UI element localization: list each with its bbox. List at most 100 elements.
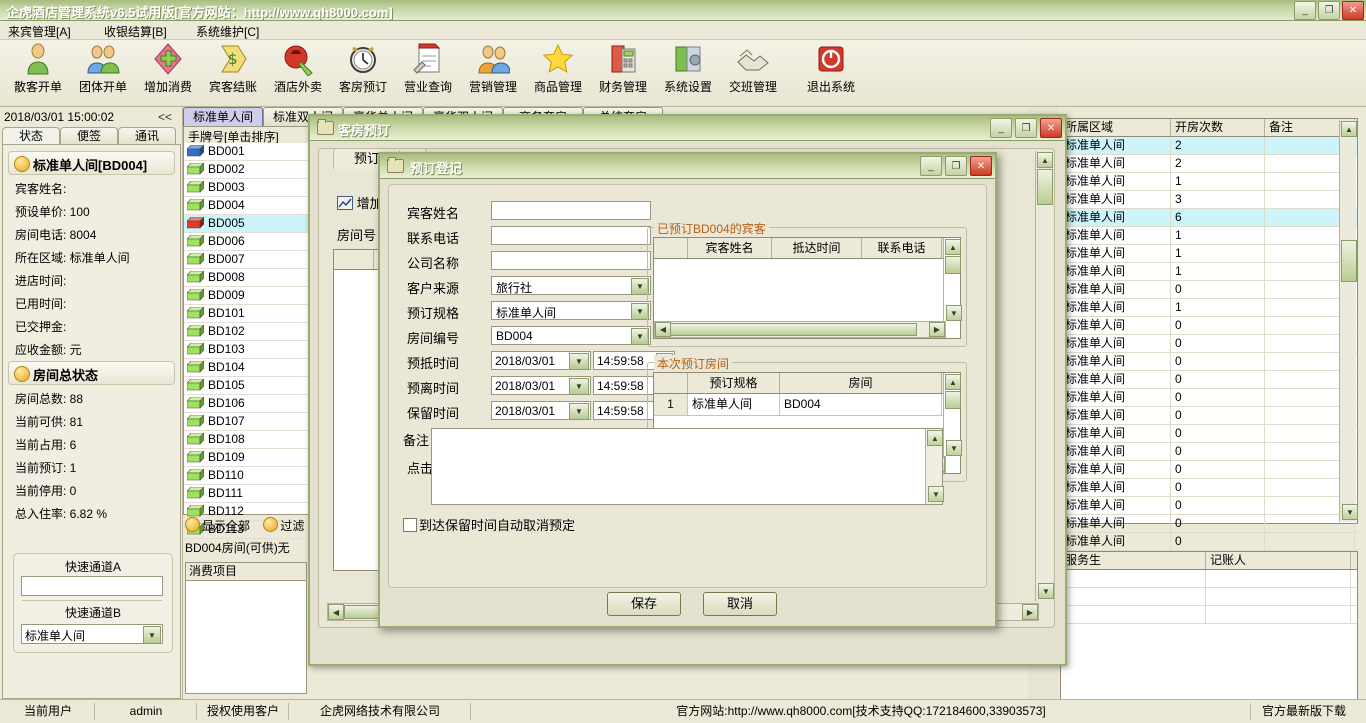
room-list-item[interactable]: BD009 (184, 287, 306, 305)
menu-item-cashier[interactable]: 收银结算[B] (100, 23, 171, 40)
col-spec[interactable]: 预订规格 (688, 373, 780, 393)
toolbar-button-checkout[interactable]: $ 宾客结账 (199, 42, 267, 104)
scroll-thumb[interactable] (670, 323, 917, 336)
table-row[interactable]: 标准单人间 0 (1061, 335, 1357, 353)
room-list-item[interactable]: BD101 (184, 305, 306, 323)
scroll-left-icon[interactable]: ◀ (328, 604, 344, 620)
sidebar-tab-comm[interactable]: 通讯 (118, 127, 176, 145)
toolbar-button-business-query[interactable]: 营业查询 (394, 42, 462, 104)
toolbar-button-shift[interactable]: 交班管理 (719, 42, 787, 104)
col-room[interactable]: 房间 (780, 373, 942, 393)
room-list-item[interactable]: BD103 (184, 341, 306, 359)
room-tab-standard-single[interactable]: 标准单人间 (183, 107, 263, 126)
toolbar-button-exit[interactable]: 退出系统 (797, 42, 865, 104)
scroll-thumb[interactable] (1341, 240, 1357, 282)
menu-item-system[interactable]: 系统维护[C] (192, 23, 263, 40)
guest-name-input[interactable] (491, 201, 651, 220)
booked-guests-table[interactable]: 宾客姓名 抵达时间 联系电话 ▲ ▼ ◀ ▶ (653, 237, 962, 339)
toolbar-button-add-consume[interactable]: 增加消费 (134, 42, 202, 104)
table-row[interactable]: 标准单人间 0 (1061, 479, 1357, 497)
sidebar-collapse-button[interactable]: << (158, 110, 172, 124)
room-list-item[interactable]: BD001 (184, 143, 306, 161)
room-no-select[interactable]: BD004 ▼ (491, 326, 651, 345)
room-list-item[interactable]: BD102 (184, 323, 306, 341)
room-list-item[interactable]: BD008 (184, 269, 306, 287)
scroll-up-icon[interactable]: ▲ (1037, 152, 1053, 168)
col-phone[interactable]: 联系电话 (862, 238, 942, 258)
toolbar-button-goods[interactable]: 商品管理 (524, 42, 592, 104)
status-website[interactable]: 官方网站:http://www.qh8000.com[技术支持QQ:172184… (472, 703, 1251, 720)
toolbar-button-takeout[interactable]: 酒店外卖 (264, 42, 332, 104)
booked-guests-vscrollbar[interactable]: ▲ ▼ (943, 238, 962, 323)
col-accountant[interactable]: 记账人 (1206, 552, 1351, 569)
menu-item-guest[interactable]: 来宾管理[A] (4, 23, 75, 40)
toolbar-button-walkin[interactable]: 散客开单 (4, 42, 72, 104)
col-count[interactable]: 开房次数 (1171, 119, 1265, 136)
scroll-right-icon[interactable]: ▶ (1022, 604, 1038, 620)
service-grid[interactable]: 服务生 记账人 (1060, 551, 1358, 703)
close-button[interactable]: ✕ (1342, 1, 1364, 20)
scroll-down-icon[interactable]: ▼ (1038, 583, 1054, 599)
sidebar-tab-notes[interactable]: 便签 (60, 127, 118, 145)
room-list-item[interactable]: BD005 (184, 215, 306, 233)
col-waiter[interactable]: 服务生 (1061, 552, 1206, 569)
add-reservation-toolbutton[interactable]: 增加 (337, 193, 383, 212)
scroll-down-icon[interactable]: ▼ (1342, 504, 1358, 520)
room-list-item[interactable]: BD110 (184, 467, 306, 485)
calendar-chevron-icon[interactable]: ▼ (569, 378, 589, 395)
scroll-thumb[interactable] (945, 256, 961, 274)
table-row[interactable]: 1 标准单人间 BD004 (654, 394, 960, 416)
room-list-item[interactable]: BD002 (184, 161, 306, 179)
table-row[interactable]: 标准单人间 0 (1061, 317, 1357, 335)
table-row[interactable]: 标准单人间 6 (1061, 209, 1357, 227)
chevron-down-icon[interactable]: ▼ (143, 626, 161, 644)
scroll-up-icon[interactable]: ▲ (945, 239, 961, 255)
table-row[interactable] (1061, 570, 1357, 588)
calendar-chevron-icon[interactable]: ▼ (569, 353, 589, 370)
col-area[interactable]: 所属区域 (1061, 119, 1171, 136)
toolbar-button-system-settings[interactable]: 系统设置 (654, 42, 722, 104)
table-row[interactable]: 标准单人间 0 (1061, 281, 1357, 299)
cancel-button[interactable]: 取消 (703, 592, 777, 616)
scroll-down-icon[interactable]: ▼ (946, 305, 962, 321)
toolbar-button-reservation[interactable]: 客房预订 (329, 42, 397, 104)
register-maximize-button[interactable]: ❐ (945, 156, 967, 176)
table-row[interactable]: 标准单人间 1 (1061, 263, 1357, 281)
calendar-chevron-icon[interactable]: ▼ (569, 403, 589, 420)
room-list-item[interactable]: BD104 (184, 359, 306, 377)
table-row[interactable]: 标准单人间 0 (1061, 353, 1357, 371)
room-list-item[interactable]: BD111 (184, 485, 306, 503)
booked-guests-hscrollbar[interactable]: ◀ ▶ (654, 321, 946, 338)
table-row[interactable] (1061, 588, 1357, 606)
room-list-item[interactable]: BD105 (184, 377, 306, 395)
arrive-date-picker[interactable]: 2018/03/01 ▼ (491, 351, 591, 370)
table-row[interactable]: 标准单人间 2 (1061, 137, 1357, 155)
hold-date-picker[interactable]: 2018/03/01 ▼ (491, 401, 591, 420)
table-row[interactable]: 标准单人间 1 (1061, 299, 1357, 317)
scroll-thumb[interactable] (1037, 169, 1053, 205)
table-row[interactable] (1061, 606, 1357, 624)
minimize-button[interactable]: _ (1294, 1, 1316, 20)
company-input[interactable] (491, 251, 651, 270)
area-grid-scrollbar[interactable]: ▲ ▼ (1339, 120, 1358, 522)
depart-date-picker[interactable]: 2018/03/01 ▼ (491, 376, 591, 395)
table-row[interactable]: 标准单人间 0 (1061, 425, 1357, 443)
room-list[interactable]: BD001 BD002 BD003 BD004 BD005 BD006 BD007 BD008… (183, 143, 307, 539)
table-row[interactable]: 标准单人间 1 (1061, 173, 1357, 191)
checkbox-icon[interactable] (403, 518, 417, 532)
reservation-minimize-button[interactable]: _ (990, 118, 1012, 138)
table-row[interactable]: 标准单人间 3 (1061, 191, 1357, 209)
scroll-down-icon[interactable]: ▼ (928, 486, 944, 502)
room-list-item[interactable]: BD003 (184, 179, 306, 197)
room-list-item[interactable]: BD007 (184, 251, 306, 269)
register-close-button[interactable]: ✕ (970, 156, 992, 176)
quick-channel-b-select[interactable]: 标准单人间 ▼ (21, 624, 163, 644)
toolbar-button-finance[interactable]: 财务管理 (589, 42, 657, 104)
spec-select[interactable]: 标准单人间 ▼ (491, 301, 651, 320)
save-button[interactable]: 保存 (607, 592, 681, 616)
scroll-left-icon[interactable]: ◀ (655, 322, 671, 337)
scroll-right-icon[interactable]: ▶ (929, 322, 945, 337)
current-rooms-vscrollbar[interactable]: ▲ ▼ (943, 373, 962, 458)
scroll-down-icon[interactable]: ▼ (946, 440, 962, 456)
col-arrive-time[interactable]: 抵达时间 (772, 238, 862, 258)
